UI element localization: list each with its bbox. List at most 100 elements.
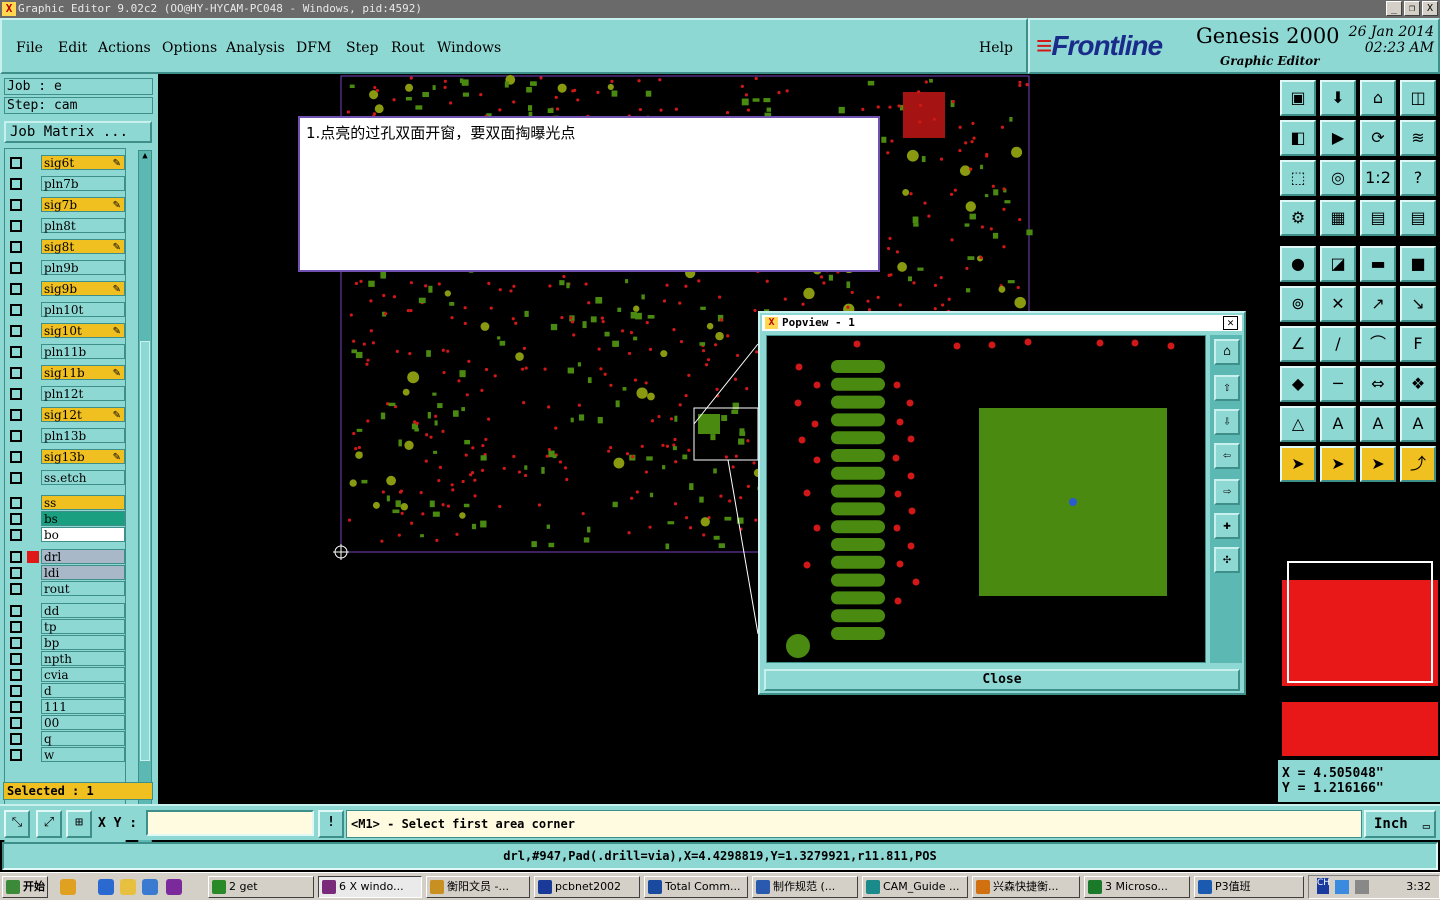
layer-name[interactable]: bp	[41, 635, 125, 650]
popview-zoom-in-icon[interactable]: ✚	[1214, 513, 1240, 539]
taskbar-item[interactable]: 6 X windo...	[318, 876, 422, 898]
connect-icon[interactable]: ⊚	[1280, 286, 1316, 322]
layer-name[interactable]: sig12t ✎	[41, 407, 125, 422]
select-area-icon[interactable]: ➤	[1360, 446, 1396, 482]
pad-icon[interactable]: ■	[1400, 246, 1436, 282]
start-button[interactable]: 开始	[2, 876, 48, 898]
delete-icon[interactable]: ✕	[1320, 286, 1356, 322]
layer-row-pln9b[interactable]: pln9b	[5, 260, 125, 276]
layer-row-pln7b[interactable]: pln7b	[5, 176, 125, 192]
layer-checkbox[interactable]	[10, 701, 22, 713]
redraw-icon[interactable]: ≋	[1400, 120, 1436, 156]
layer-name[interactable]: drl	[41, 549, 125, 564]
taskbar-item[interactable]: Total Comm...	[644, 876, 748, 898]
triangle-icon[interactable]: A	[1320, 406, 1356, 442]
polygon-icon[interactable]: A	[1360, 406, 1396, 442]
popview-canvas[interactable]	[766, 335, 1206, 663]
layer-checkbox[interactable]	[10, 621, 22, 633]
layer-checkbox[interactable]	[10, 346, 22, 358]
layer-row-bs[interactable]: bs	[5, 511, 125, 527]
house-icon[interactable]: ⌂	[1360, 80, 1396, 116]
xy-input[interactable]	[146, 810, 314, 836]
measure-icon[interactable]: ⇔	[1360, 366, 1396, 402]
taskbar-item[interactable]: pcbnet2002	[534, 876, 640, 898]
menu-analysis[interactable]: Analysis	[226, 40, 285, 56]
line-icon[interactable]: /	[1320, 326, 1356, 362]
layer-name[interactable]: sig7b ✎	[41, 197, 125, 212]
layer-checkbox[interactable]	[10, 388, 22, 400]
layer-name[interactable]: pln11b	[41, 344, 125, 359]
settings-icon[interactable]: ⚙	[1280, 200, 1316, 236]
layer-checkbox[interactable]	[10, 220, 22, 232]
taskbar-item[interactable]: 制作规范 (...	[752, 876, 858, 898]
layer-checkbox[interactable]	[10, 583, 22, 595]
layer-row-d[interactable]: d	[5, 683, 125, 699]
layer-name[interactable]: sig11b ✎	[41, 365, 125, 380]
layer-name[interactable]: ss	[41, 495, 125, 510]
layer-row-q[interactable]: q	[5, 731, 125, 747]
x-app-icon[interactable]	[166, 879, 182, 895]
copy-icon[interactable]: ↘	[1400, 286, 1436, 322]
poly-icon[interactable]: △	[1280, 406, 1316, 442]
popview-pan-left-icon[interactable]: ⇦	[1214, 443, 1240, 469]
app-icon[interactable]	[142, 879, 158, 895]
units-select[interactable]: Inch ▭	[1364, 810, 1436, 838]
measure-icon[interactable]: ⤢	[36, 810, 62, 838]
scale-icon[interactable]: 1:2	[1360, 160, 1396, 196]
layer-row-111[interactable]: 111	[5, 699, 125, 715]
layer-row-sig9b[interactable]: sig9b ✎	[5, 281, 125, 297]
layer-row-sig8t[interactable]: sig8t ✎	[5, 239, 125, 255]
layer-checkbox[interactable]	[10, 733, 22, 745]
layer-name[interactable]: pln8t	[41, 218, 125, 233]
layer-row-00[interactable]: 00	[5, 715, 125, 731]
layer-row-pln13b[interactable]: pln13b	[5, 428, 125, 444]
layer-name[interactable]: cvia	[41, 667, 125, 682]
layer-row-npth[interactable]: npth	[5, 651, 125, 667]
layer-name[interactable]: pln13b	[41, 428, 125, 443]
layer-checkbox[interactable]	[10, 749, 22, 761]
layer-name[interactable]: npth	[41, 651, 125, 666]
minimize-button[interactable]: _	[1386, 1, 1402, 16]
layer-row-pln12t[interactable]: pln12t	[5, 386, 125, 402]
taskbar-item[interactable]: CAM_Guide ...	[862, 876, 968, 898]
arc-icon[interactable]: ⌒	[1360, 326, 1396, 362]
layer-name[interactable]: pln7b	[41, 176, 125, 191]
menu-actions[interactable]: Actions	[98, 40, 151, 56]
layer-checkbox[interactable]	[10, 513, 22, 525]
layer-checkbox[interactable]	[10, 551, 22, 563]
layer-checkbox[interactable]	[10, 567, 22, 579]
alert-icon[interactable]: !	[318, 810, 344, 838]
layer-name[interactable]: ss.etch	[41, 470, 125, 485]
home-step-icon[interactable]: ▣	[1280, 80, 1316, 116]
taskbar-item[interactable]: 衡阳文员 -...	[426, 876, 530, 898]
layer-checkbox[interactable]	[10, 325, 22, 337]
popview-zoomed-view[interactable]	[767, 336, 1205, 662]
layer-row-ldi[interactable]: ldi	[5, 565, 125, 581]
layer-checkbox[interactable]	[10, 157, 22, 169]
surface-icon[interactable]: A	[1400, 406, 1436, 442]
taskbar-item[interactable]: 兴森快捷衡...	[972, 876, 1080, 898]
layer-checkbox[interactable]	[10, 472, 22, 484]
taskbar-item[interactable]: 2 get	[208, 876, 314, 898]
window-icon[interactable]: ◫	[1400, 80, 1436, 116]
layer-checkbox[interactable]	[10, 529, 22, 541]
layer-row-ss-etch[interactable]: ss.etch	[5, 470, 125, 486]
layer-row-cvia[interactable]: cvia	[5, 667, 125, 683]
shapes-icon[interactable]: ❖	[1400, 366, 1436, 402]
layer-checkbox[interactable]	[10, 605, 22, 617]
menu-step[interactable]: Step	[346, 40, 378, 56]
ruler-icon[interactable]: ▬	[1360, 246, 1396, 282]
layer-name[interactable]: bs	[41, 511, 125, 526]
layer-name[interactable]: w	[41, 747, 125, 762]
menu-dfm[interactable]: DFM	[296, 40, 331, 56]
layer-checkbox[interactable]	[10, 451, 22, 463]
angle-icon[interactable]: ∠	[1280, 326, 1316, 362]
popview-pan-right-icon[interactable]: ⇨	[1214, 479, 1240, 505]
maximize-button[interactable]: ❐	[1404, 1, 1420, 16]
layer-name[interactable]: pln12t	[41, 386, 125, 401]
menu-file[interactable]: File	[16, 40, 43, 56]
layer-checkbox[interactable]	[10, 409, 22, 421]
layer-checkbox[interactable]	[10, 497, 22, 509]
popview-zoom-out-icon[interactable]: ✣	[1214, 547, 1240, 573]
layer-checkbox[interactable]	[10, 717, 22, 729]
